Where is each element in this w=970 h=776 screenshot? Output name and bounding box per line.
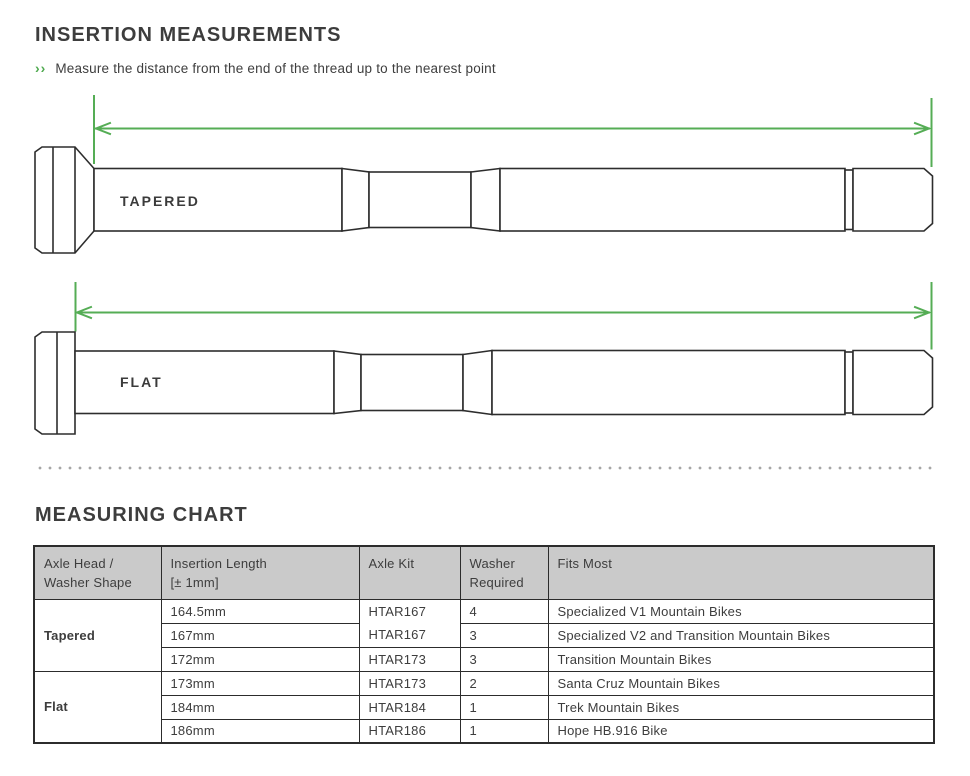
table-row: 186mm HTAR186 1 Hope HB.916 Bike (34, 719, 934, 743)
group-cell-flat: Flat (34, 671, 161, 743)
cell-length: 164.5mm (161, 599, 359, 623)
cell-kit: HTAR173 (359, 671, 460, 695)
cell-length: 167mm (161, 623, 359, 647)
table-row: 184mm HTAR184 1 Trek Mountain Bikes (34, 695, 934, 719)
table-row: 172mm HTAR173 3 Transition Mountain Bike… (34, 647, 934, 671)
cell-fits: Transition Mountain Bikes (548, 647, 934, 671)
tapered-axle-head (35, 147, 94, 253)
cell-washers: 3 (460, 623, 548, 647)
cell-kit: HTAR173 (359, 647, 460, 671)
header-row: Axle Head / Washer Shape Insertion Lengt… (34, 546, 934, 599)
page: { "header": { "title": "INSERTION MEASUR… (0, 0, 970, 776)
cell-length: 173mm (161, 671, 359, 695)
page-title: INSERTION MEASUREMENTS (35, 24, 341, 47)
axle-diagram: TAPERED FLAT (0, 88, 970, 460)
header-cell-length: Insertion Length [± 1mm] (161, 546, 359, 599)
table-row: 167mm HTAR167 3 Specialized V2 and Trans… (34, 623, 934, 647)
tapered-label: TAPERED (120, 193, 200, 209)
table-row: Flat 173mm HTAR173 2 Santa Cruz Mountain… (34, 671, 934, 695)
cell-fits: Hope HB.916 Bike (548, 719, 934, 743)
cell-fits: Specialized V2 and Transition Mountain B… (548, 623, 934, 647)
cell-fits: Trek Mountain Bikes (548, 695, 934, 719)
cell-washers: 2 (460, 671, 548, 695)
cell-length: 172mm (161, 647, 359, 671)
instruction-line: ›› Measure the distance from the end of t… (35, 60, 496, 76)
cell-washers: 1 (460, 695, 548, 719)
chart-section-title: MEASURING CHART (35, 504, 248, 527)
tapered-groove (845, 170, 853, 230)
cell-length: 186mm (161, 719, 359, 743)
tapered-shaft-long (500, 169, 845, 232)
group-cell-tapered: Tapered (34, 599, 161, 671)
header-cell-shape: Axle Head / Washer Shape (34, 546, 161, 599)
cell-washers: 3 (460, 647, 548, 671)
cell-kit: HTAR186 (359, 719, 460, 743)
flat-shaft-main (75, 351, 334, 414)
header-cell-kit: Axle Kit (359, 546, 460, 599)
double-chevron-icon: ›› (35, 60, 46, 76)
dimension-arrow-flat (76, 283, 932, 349)
dotted-divider (35, 466, 935, 470)
header-cell-fits: Fits Most (548, 546, 934, 599)
tapered-thread-end (853, 169, 933, 232)
flat-thread-end (853, 351, 933, 415)
flat-axle-head (35, 332, 75, 434)
header-cell-washer: Washer Required (460, 546, 548, 599)
cell-washers: 1 (460, 719, 548, 743)
flat-shaft-long (492, 351, 845, 415)
flat-axle (35, 332, 933, 434)
cell-length: 184mm (161, 695, 359, 719)
cell-kit: HTAR167 (359, 623, 460, 647)
cell-fits: Santa Cruz Mountain Bikes (548, 671, 934, 695)
instruction-text: Measure the distance from the end of the… (55, 61, 495, 76)
flat-label: FLAT (120, 374, 163, 390)
table-header: Axle Head / Washer Shape Insertion Lengt… (34, 546, 934, 599)
cell-kit: HTAR184 (359, 695, 460, 719)
cell-washers: 4 (460, 599, 548, 623)
measuring-table: Axle Head / Washer Shape Insertion Lengt… (33, 545, 935, 744)
table-body: Tapered 164.5mm HTAR167 4 Specialized V1… (34, 599, 934, 743)
cell-fits: Specialized V1 Mountain Bikes (548, 599, 934, 623)
table-row: Tapered 164.5mm HTAR167 4 Specialized V1… (34, 599, 934, 623)
flat-groove (845, 352, 853, 413)
dimension-arrow-tapered (94, 96, 932, 166)
cell-kit: HTAR167 (359, 599, 460, 623)
